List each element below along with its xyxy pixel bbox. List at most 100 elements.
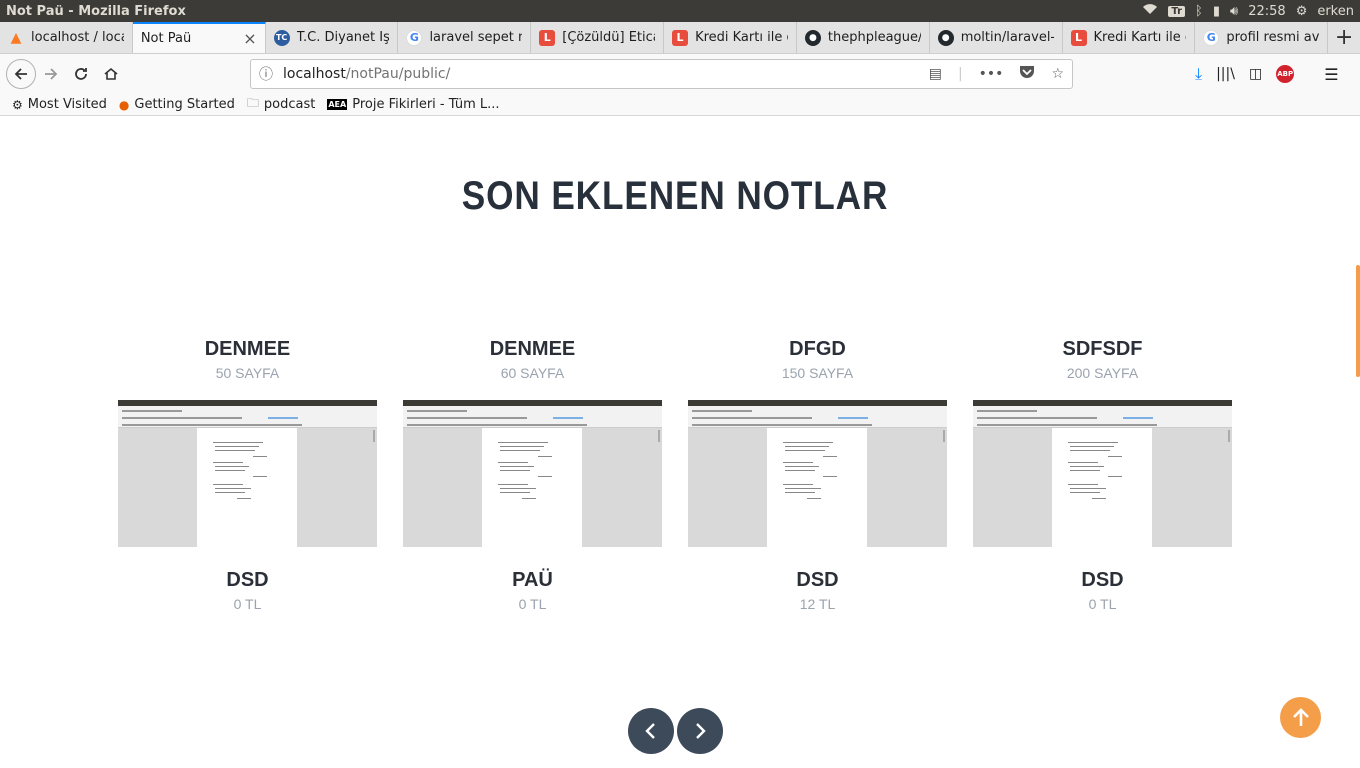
note-thumbnail[interactable] [688, 400, 947, 547]
tab-label: T.C. Diyanet İşle [296, 30, 390, 45]
bookmark-label: Proje Fikirleri - Tüm L... [352, 97, 500, 112]
bookmark-star-icon[interactable]: ☆ [1051, 66, 1064, 82]
keyboard-layout-indicator[interactable]: Tr [1168, 5, 1186, 17]
chevron-right-icon [696, 723, 706, 739]
library-icon[interactable]: |||\ [1216, 66, 1235, 82]
scrollbar-thumb[interactable] [1356, 265, 1360, 377]
url-actions: ▤ | ••• ☆ [929, 65, 1064, 83]
info-icon[interactable]: ⓘ [259, 64, 273, 84]
note-course: PAÜ [512, 569, 553, 591]
tab-label: localhost / loca [31, 30, 124, 45]
arrow-up-icon [1292, 707, 1309, 726]
tab-localhost[interactable]: ▲ localhost / loca [0, 22, 133, 53]
close-tab-icon[interactable]: × [243, 29, 256, 48]
note-card[interactable]: DFGD 150 SAYFA DSD 12 TL [688, 336, 947, 612]
note-course: DSD [1081, 569, 1124, 591]
laravel-icon: L [1070, 29, 1087, 46]
note-card[interactable]: SDFSDF 200 SAYFA DSD 0 TL [973, 336, 1232, 612]
note-card[interactable]: DENMEE 50 SAYFA DSD 0 TL [118, 336, 377, 612]
new-tab-button[interactable]: + [1328, 22, 1360, 53]
bookmarks-toolbar: ⚙ Most Visited ● Getting Started 🗀 podca… [0, 94, 1360, 116]
aea-icon: AEA [327, 99, 348, 110]
note-price: 0 TL [518, 596, 547, 612]
note-price: 0 TL [1088, 596, 1117, 612]
adblock-plus-icon[interactable]: ABP [1276, 65, 1295, 83]
tab-moltin-laravel[interactable]: ● moltin/laravel- [930, 22, 1063, 53]
reader-view-icon[interactable]: ▤ [929, 66, 942, 82]
section-heading: SON EKLENEN NOTLAR [461, 174, 889, 218]
url-bar[interactable]: ⓘ localhost/notPau/public/ ▤ | ••• ☆ [250, 59, 1073, 89]
url-host: localhost [283, 66, 346, 82]
session-gear-icon[interactable]: ⚙ [1296, 4, 1308, 19]
github-icon: ● [937, 29, 954, 46]
note-thumbnail[interactable] [403, 400, 662, 547]
reload-button[interactable] [66, 59, 96, 89]
note-thumbnail[interactable] [973, 400, 1232, 547]
arrow-left-icon [14, 68, 27, 80]
page-actions-icon[interactable]: ••• [979, 66, 1004, 82]
window-title: Not Paü - Mozilla Firefox [6, 3, 186, 19]
gear-icon: ⚙ [12, 97, 23, 112]
note-title: DENMEE [204, 338, 291, 360]
diyanet-icon: TC [273, 29, 290, 46]
system-tray: Tr ᛒ ▮ 🔊︎ 22:58 ⚙ erken [1142, 3, 1354, 19]
google-icon: G [1203, 29, 1220, 46]
tab-kredi-karti-1[interactable]: L Kredi Kartı ile ö [664, 22, 797, 53]
note-card[interactable]: DENMEE 60 SAYFA PAÜ 0 TL [403, 336, 662, 612]
bookmark-label: podcast [263, 97, 316, 112]
url-path: /notPau/public/ [345, 66, 451, 82]
back-to-top-button[interactable] [1280, 697, 1321, 738]
xampp-icon: ▲ [10, 29, 22, 46]
tab-diyanet[interactable]: TC T.C. Diyanet İşle [266, 22, 399, 53]
chevron-left-icon [645, 723, 655, 739]
forward-button[interactable] [36, 59, 66, 89]
back-button[interactable] [6, 59, 36, 89]
bookmark-most-visited[interactable]: ⚙ Most Visited [12, 97, 107, 112]
navigation-bar: ⓘ localhost/notPau/public/ ▤ | ••• ☆ ⤓ |… [0, 54, 1360, 94]
toolbar-right: ⤓ |||\ ◫ ABP ☰ [1195, 59, 1339, 89]
hamburger-menu-icon[interactable]: ☰ [1324, 65, 1338, 84]
download-icon[interactable]: ⤓ [1195, 64, 1202, 84]
tab-not-pau[interactable]: Not Paü × [132, 22, 266, 53]
tab-thephpleague[interactable]: ● thephpleague/c [797, 22, 930, 53]
tab-google-laravel-sepet[interactable]: G laravel sepet n [398, 22, 532, 53]
bookmark-label: Getting Started [134, 97, 235, 112]
volume-icon[interactable]: 🔊︎ [1230, 4, 1238, 19]
bluetooth-icon[interactable]: ᛒ [1195, 4, 1203, 19]
os-title-bar: Not Paü - Mozilla Firefox Tr ᛒ ▮ 🔊︎ 22:5… [0, 0, 1360, 22]
arrow-right-icon [45, 68, 58, 80]
pocket-icon[interactable] [1019, 65, 1035, 83]
wifi-icon[interactable] [1142, 3, 1158, 19]
carousel-prev-button[interactable] [628, 708, 674, 754]
home-button[interactable] [96, 59, 126, 89]
session-user[interactable]: erken [1317, 4, 1354, 19]
tab-label: thephpleague/c [827, 30, 921, 45]
tab-cozuldu-eticaret[interactable]: L [Çözüldü] Etica [531, 22, 665, 53]
google-icon: G [406, 29, 423, 46]
bookmark-getting-started[interactable]: ● Getting Started [119, 97, 235, 112]
note-title: SDFSDF [1062, 338, 1143, 360]
laravel-icon: L [539, 29, 556, 46]
battery-icon[interactable]: ▮ [1213, 4, 1220, 19]
tab-profil-resmi[interactable]: G profil resmi ava [1195, 22, 1329, 53]
page-content: SON EKLENEN NOTLAR DENMEE 50 SAYFA DSD 0… [0, 117, 1360, 768]
note-title: DENMEE [489, 338, 576, 360]
tab-label: moltin/laravel- [960, 30, 1054, 45]
carousel-next-button[interactable] [677, 708, 723, 754]
tab-label: Kredi Kartı ile ö [695, 30, 788, 45]
github-icon: ● [804, 29, 821, 46]
note-title: DFGD [789, 338, 846, 360]
reload-icon [75, 68, 87, 80]
tab-kredi-karti-2[interactable]: L Kredi Kartı ile ö [1063, 22, 1196, 53]
laravel-icon: L [672, 29, 689, 46]
bookmark-label: Most Visited [27, 97, 107, 112]
bookmark-proje-fikirleri[interactable]: AEA Proje Fikirleri - Tüm L... [327, 97, 500, 112]
note-course: DSD [796, 569, 839, 591]
sidebar-icon[interactable]: ◫ [1249, 66, 1262, 82]
clock[interactable]: 22:58 [1248, 4, 1285, 19]
page-scrollbar[interactable] [1354, 117, 1360, 768]
tab-label: [Çözüldü] Etica [562, 30, 656, 45]
note-course: DSD [226, 569, 269, 591]
note-thumbnail[interactable] [118, 400, 377, 547]
bookmark-podcast[interactable]: 🗀 podcast [247, 94, 315, 115]
